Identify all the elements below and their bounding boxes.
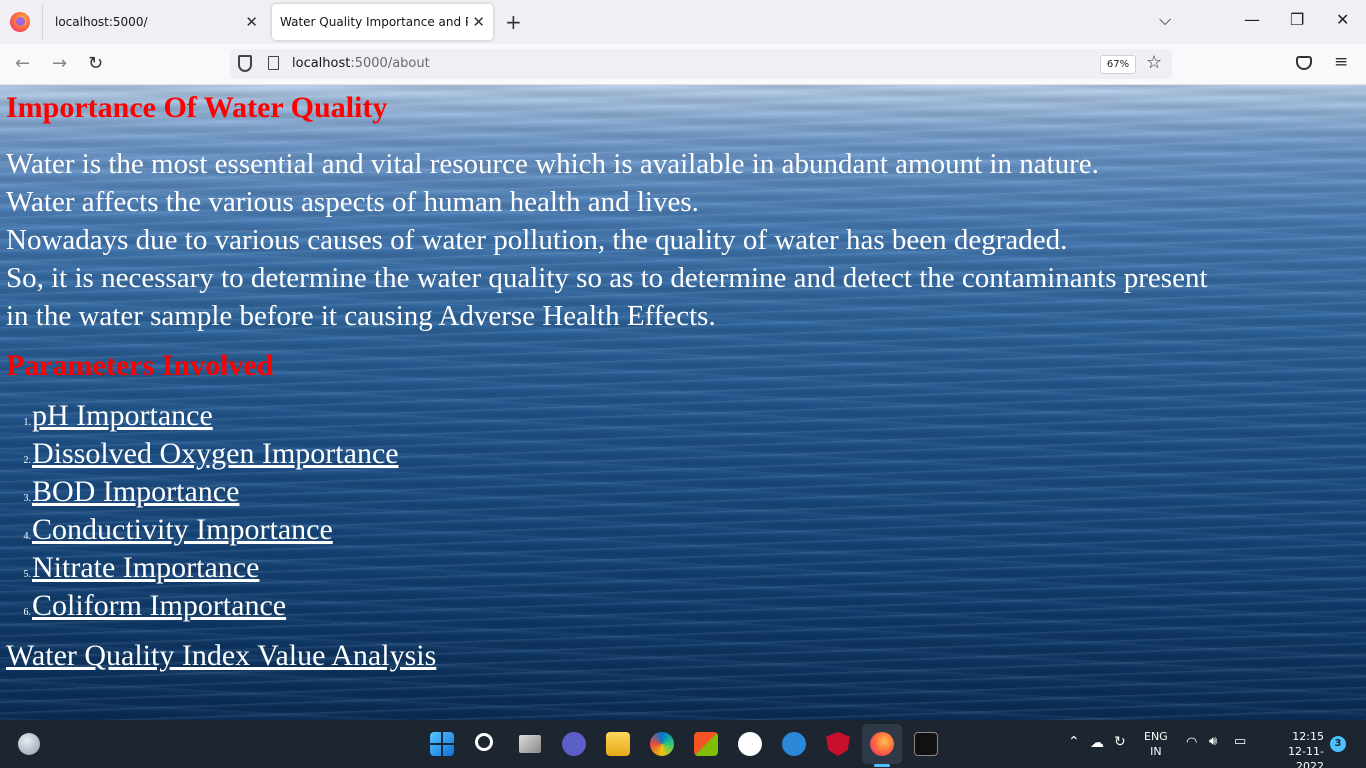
intro-line: in the water sample before it causing Ad… <box>6 300 716 332</box>
url-bar[interactable]: localhost:5000/about 67% ☆ <box>230 49 1172 79</box>
list-item: 4. Conductivity Importance <box>6 513 399 551</box>
page-icon[interactable] <box>268 56 279 70</box>
forward-icon[interactable]: → <box>52 53 67 74</box>
volume-icon[interactable]: 🔊︎ <box>1209 734 1217 749</box>
list-item: 5. Nitrate Importance <box>6 551 399 589</box>
url-path: :5000/about <box>350 56 430 71</box>
help-icon[interactable] <box>782 732 806 756</box>
intro-line: Nowadays due to various causes of water … <box>6 224 1068 256</box>
firefox-icon[interactable] <box>10 12 30 32</box>
teams-icon[interactable] <box>562 732 586 756</box>
search-icon[interactable] <box>475 733 493 751</box>
language-indicator[interactable]: ENG IN <box>1144 729 1168 759</box>
page-content: Importance Of Water Quality Water is the… <box>0 85 1366 720</box>
notification-badge[interactable]: 3 <box>1330 736 1346 752</box>
edge-icon[interactable] <box>650 732 674 756</box>
start-icon[interactable] <box>430 732 454 756</box>
lang-bottom: IN <box>1150 745 1162 758</box>
list-number: 1. <box>23 417 32 428</box>
tab-title: Water Quality Importance and Parameters <box>280 15 468 29</box>
nav-bar: ← → ↻ localhost:5000/about 67% ☆ ≡ <box>0 44 1366 85</box>
list-item: 3. BOD Importance <box>6 475 399 513</box>
list-number: 5. <box>23 569 32 580</box>
params-heading: Parameters Involved <box>6 349 274 382</box>
tab-strip: localhost:5000/ ✕ Water Quality Importan… <box>0 0 1366 44</box>
nitrate-link[interactable]: Nitrate Importance <box>32 551 259 585</box>
firefox-taskbar-icon[interactable] <box>870 732 894 756</box>
tab-title: localhost:5000/ <box>55 15 148 29</box>
url-text[interactable]: localhost:5000/about <box>292 56 430 71</box>
pocket-icon[interactable] <box>1296 56 1312 70</box>
wqi-analysis-link[interactable]: Water Quality Index Value Analysis <box>6 639 436 673</box>
close-icon[interactable]: ✕ <box>472 13 485 31</box>
terminal-icon[interactable] <box>914 732 938 756</box>
date: 12-11-2022 <box>1288 745 1324 768</box>
intro-text: Water is the most essential and vital re… <box>6 145 1356 335</box>
minimize-icon[interactable]: — <box>1244 10 1260 29</box>
app-icon[interactable] <box>738 732 762 756</box>
list-number: 4. <box>23 531 32 542</box>
page-title: Importance Of Water Quality <box>6 91 388 124</box>
chevron-up-icon[interactable]: ⌃ <box>1068 734 1080 750</box>
dissolved-oxygen-link[interactable]: Dissolved Oxygen Importance <box>32 437 399 471</box>
taskbar: ⌃ ☁ ↻ ENG IN ◠ 🔊︎ ▭ 12:15 12-11-2022 3 <box>0 720 1366 768</box>
tab-water-quality[interactable]: Water Quality Importance and Parameters … <box>272 4 493 40</box>
weather-icon[interactable] <box>18 733 40 755</box>
intro-line: Water is the most essential and vital re… <box>6 148 1099 180</box>
params-list: 1. pH Importance 2. Dissolved Oxygen Impor… <box>6 399 399 627</box>
intro-line: So, it is necessary to determine the wat… <box>6 262 1208 294</box>
clock[interactable]: 12:15 12-11-2022 <box>1262 729 1324 768</box>
wifi-icon[interactable]: ◠ <box>1186 735 1197 750</box>
task-view-icon[interactable] <box>519 735 541 753</box>
list-number: 3. <box>23 493 32 504</box>
menu-icon[interactable]: ≡ <box>1334 52 1348 72</box>
list-number: 6. <box>23 607 32 618</box>
new-tab-icon[interactable]: + <box>505 10 522 34</box>
back-icon[interactable]: ← <box>15 53 30 74</box>
mcafee-icon[interactable] <box>826 732 850 756</box>
tab-localhost[interactable]: localhost:5000/ ✕ <box>42 4 266 40</box>
intro-line: Water affects the various aspects of hum… <box>6 186 699 218</box>
sync-icon[interactable]: ↻ <box>1114 734 1126 750</box>
list-number: 2. <box>23 455 32 466</box>
chevron-down-icon[interactable]: ⌵ <box>1159 10 1171 30</box>
bod-link[interactable]: BOD Importance <box>32 475 239 509</box>
zoom-badge[interactable]: 67% <box>1100 55 1136 74</box>
ph-importance-link[interactable]: pH Importance <box>32 399 213 433</box>
active-indicator <box>874 764 890 767</box>
list-item: 6. Coliform Importance <box>6 589 399 627</box>
cloud-icon[interactable]: ☁ <box>1090 735 1104 751</box>
lang-top: ENG <box>1144 730 1168 743</box>
reload-icon[interactable]: ↻ <box>88 53 103 74</box>
battery-icon[interactable]: ▭ <box>1234 734 1246 749</box>
close-icon[interactable]: ✕ <box>245 13 258 31</box>
file-explorer-icon[interactable] <box>606 732 630 756</box>
coliform-link[interactable]: Coliform Importance <box>32 589 286 623</box>
time: 12:15 <box>1292 730 1324 743</box>
store-icon[interactable] <box>694 732 718 756</box>
list-item: 1. pH Importance <box>6 399 399 437</box>
restore-icon[interactable]: ❐ <box>1290 10 1304 29</box>
conductivity-link[interactable]: Conductivity Importance <box>32 513 333 547</box>
shield-icon[interactable] <box>238 55 252 72</box>
close-window-icon[interactable]: ✕ <box>1336 10 1349 29</box>
url-host: localhost <box>292 56 351 71</box>
list-item: 2. Dissolved Oxygen Importance <box>6 437 399 475</box>
star-icon[interactable]: ☆ <box>1146 52 1162 73</box>
